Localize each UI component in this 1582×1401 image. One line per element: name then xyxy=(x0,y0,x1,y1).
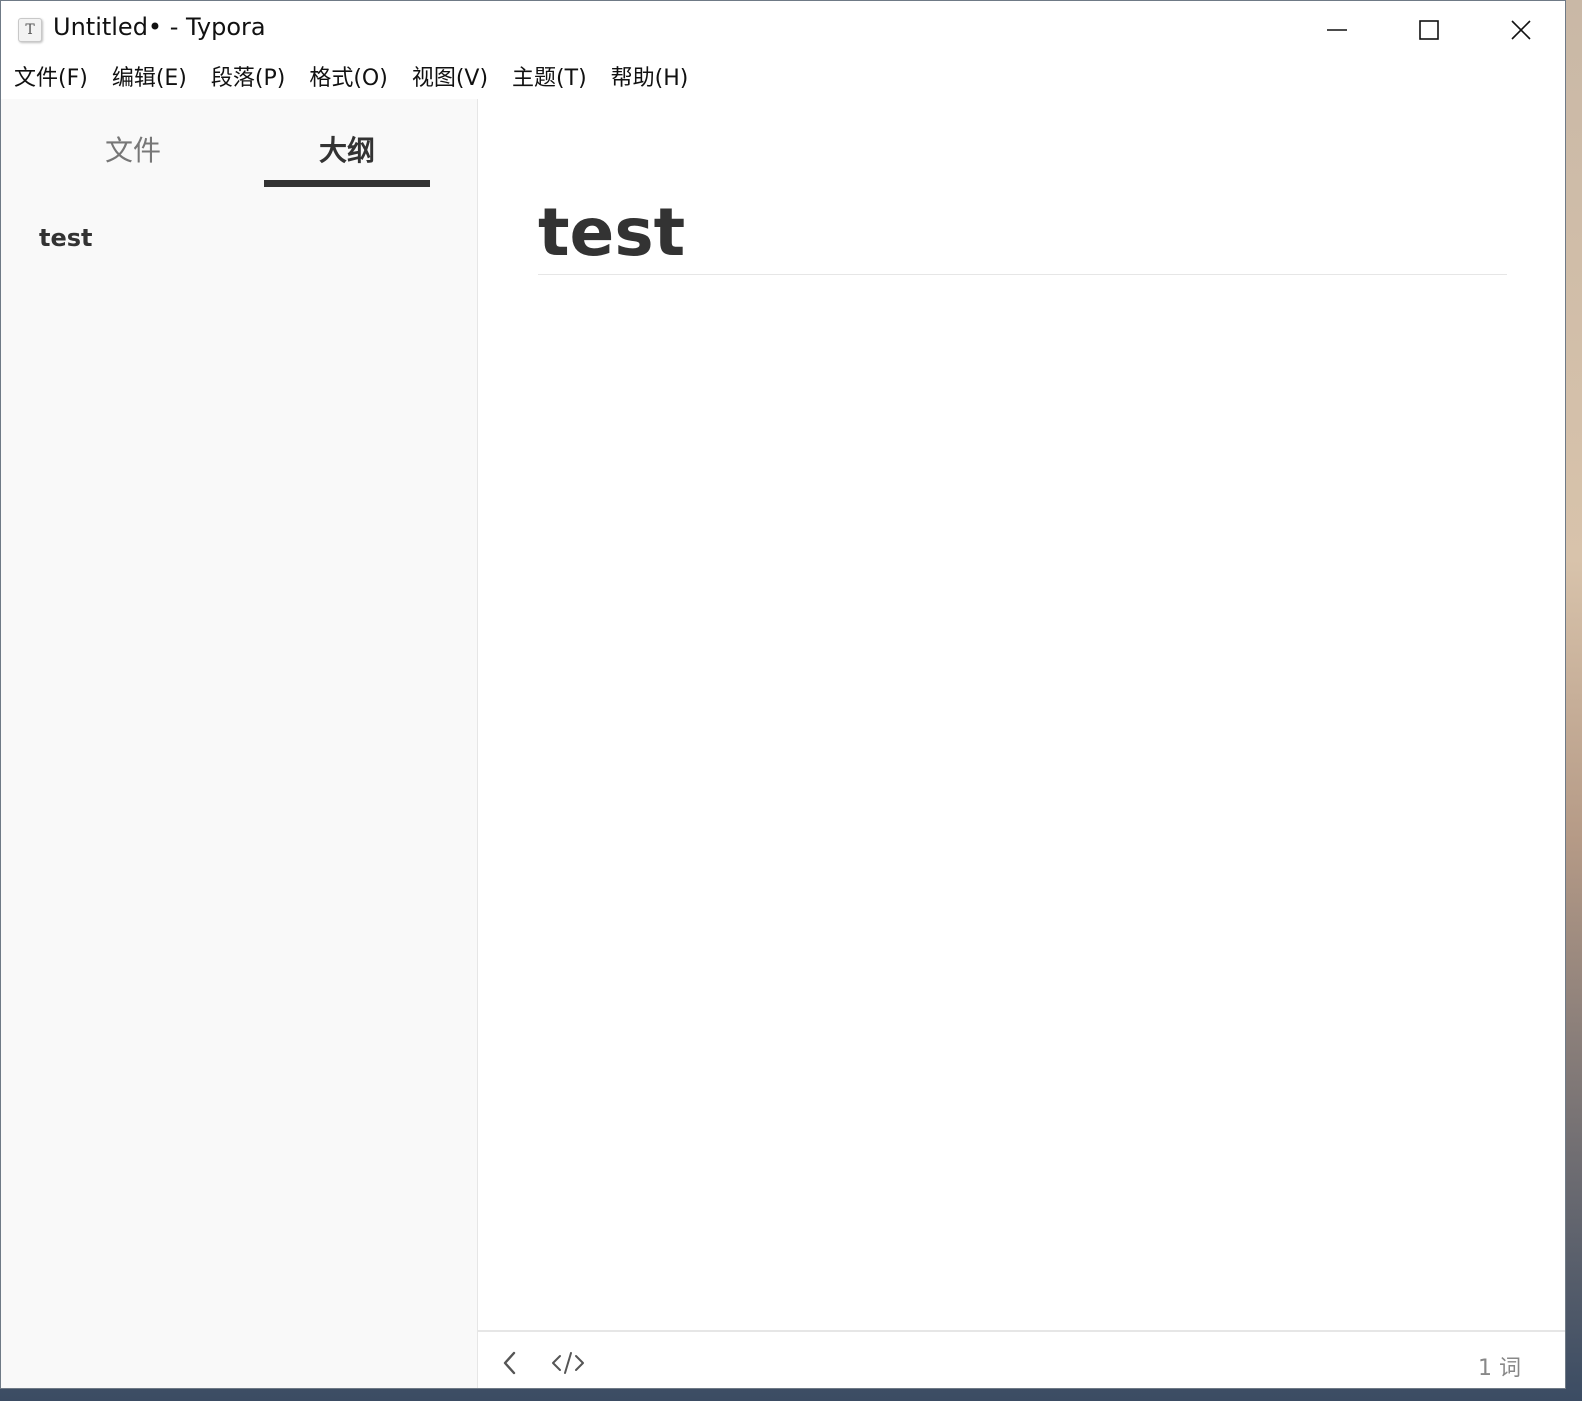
editor-area[interactable]: test xyxy=(478,99,1565,1330)
toggle-sidebar-button[interactable] xyxy=(496,1346,524,1380)
menu-bar: 文件(F) 编辑(E) 段落(P) 格式(O) 视图(V) 主题(T) 帮助(H… xyxy=(1,59,1565,99)
word-count[interactable]: 1 词 xyxy=(1478,1350,1521,1382)
active-tab-indicator xyxy=(264,180,430,187)
menu-view[interactable]: 视图(V) xyxy=(412,59,488,99)
outline-item[interactable]: test xyxy=(39,224,93,252)
tab-outline[interactable]: 大纲 xyxy=(319,129,375,169)
minimize-icon xyxy=(1327,29,1347,31)
menu-file[interactable]: 文件(F) xyxy=(14,59,88,99)
maximize-button[interactable] xyxy=(1383,1,1475,59)
close-icon xyxy=(1511,20,1531,40)
status-bar: 1 词 xyxy=(478,1330,1565,1388)
close-button[interactable] xyxy=(1475,1,1565,59)
tab-files[interactable]: 文件 xyxy=(105,129,161,169)
menu-format[interactable]: 格式(O) xyxy=(309,59,387,99)
sidebar: 文件 大纲 test xyxy=(1,99,478,1388)
source-code-mode-button[interactable] xyxy=(548,1346,588,1380)
menu-theme[interactable]: 主题(T) xyxy=(512,59,587,99)
window-title: Untitled• - Typora xyxy=(53,13,266,41)
menu-paragraph[interactable]: 段落(P) xyxy=(211,59,285,99)
minimize-button[interactable] xyxy=(1291,1,1383,59)
menu-edit[interactable]: 编辑(E) xyxy=(112,59,187,99)
title-bar[interactable]: T Untitled• - Typora xyxy=(1,1,1565,59)
document-heading[interactable]: test xyxy=(538,191,1507,275)
maximize-icon xyxy=(1419,20,1439,40)
typora-app-icon[interactable]: T xyxy=(18,18,42,42)
menu-help[interactable]: 帮助(H) xyxy=(611,59,689,99)
chevron-left-icon xyxy=(503,1351,516,1375)
code-icon xyxy=(552,1352,584,1374)
typora-window: T Untitled• - Typora 文件(F) 编辑(E) 段落(P) 格… xyxy=(0,0,1566,1389)
